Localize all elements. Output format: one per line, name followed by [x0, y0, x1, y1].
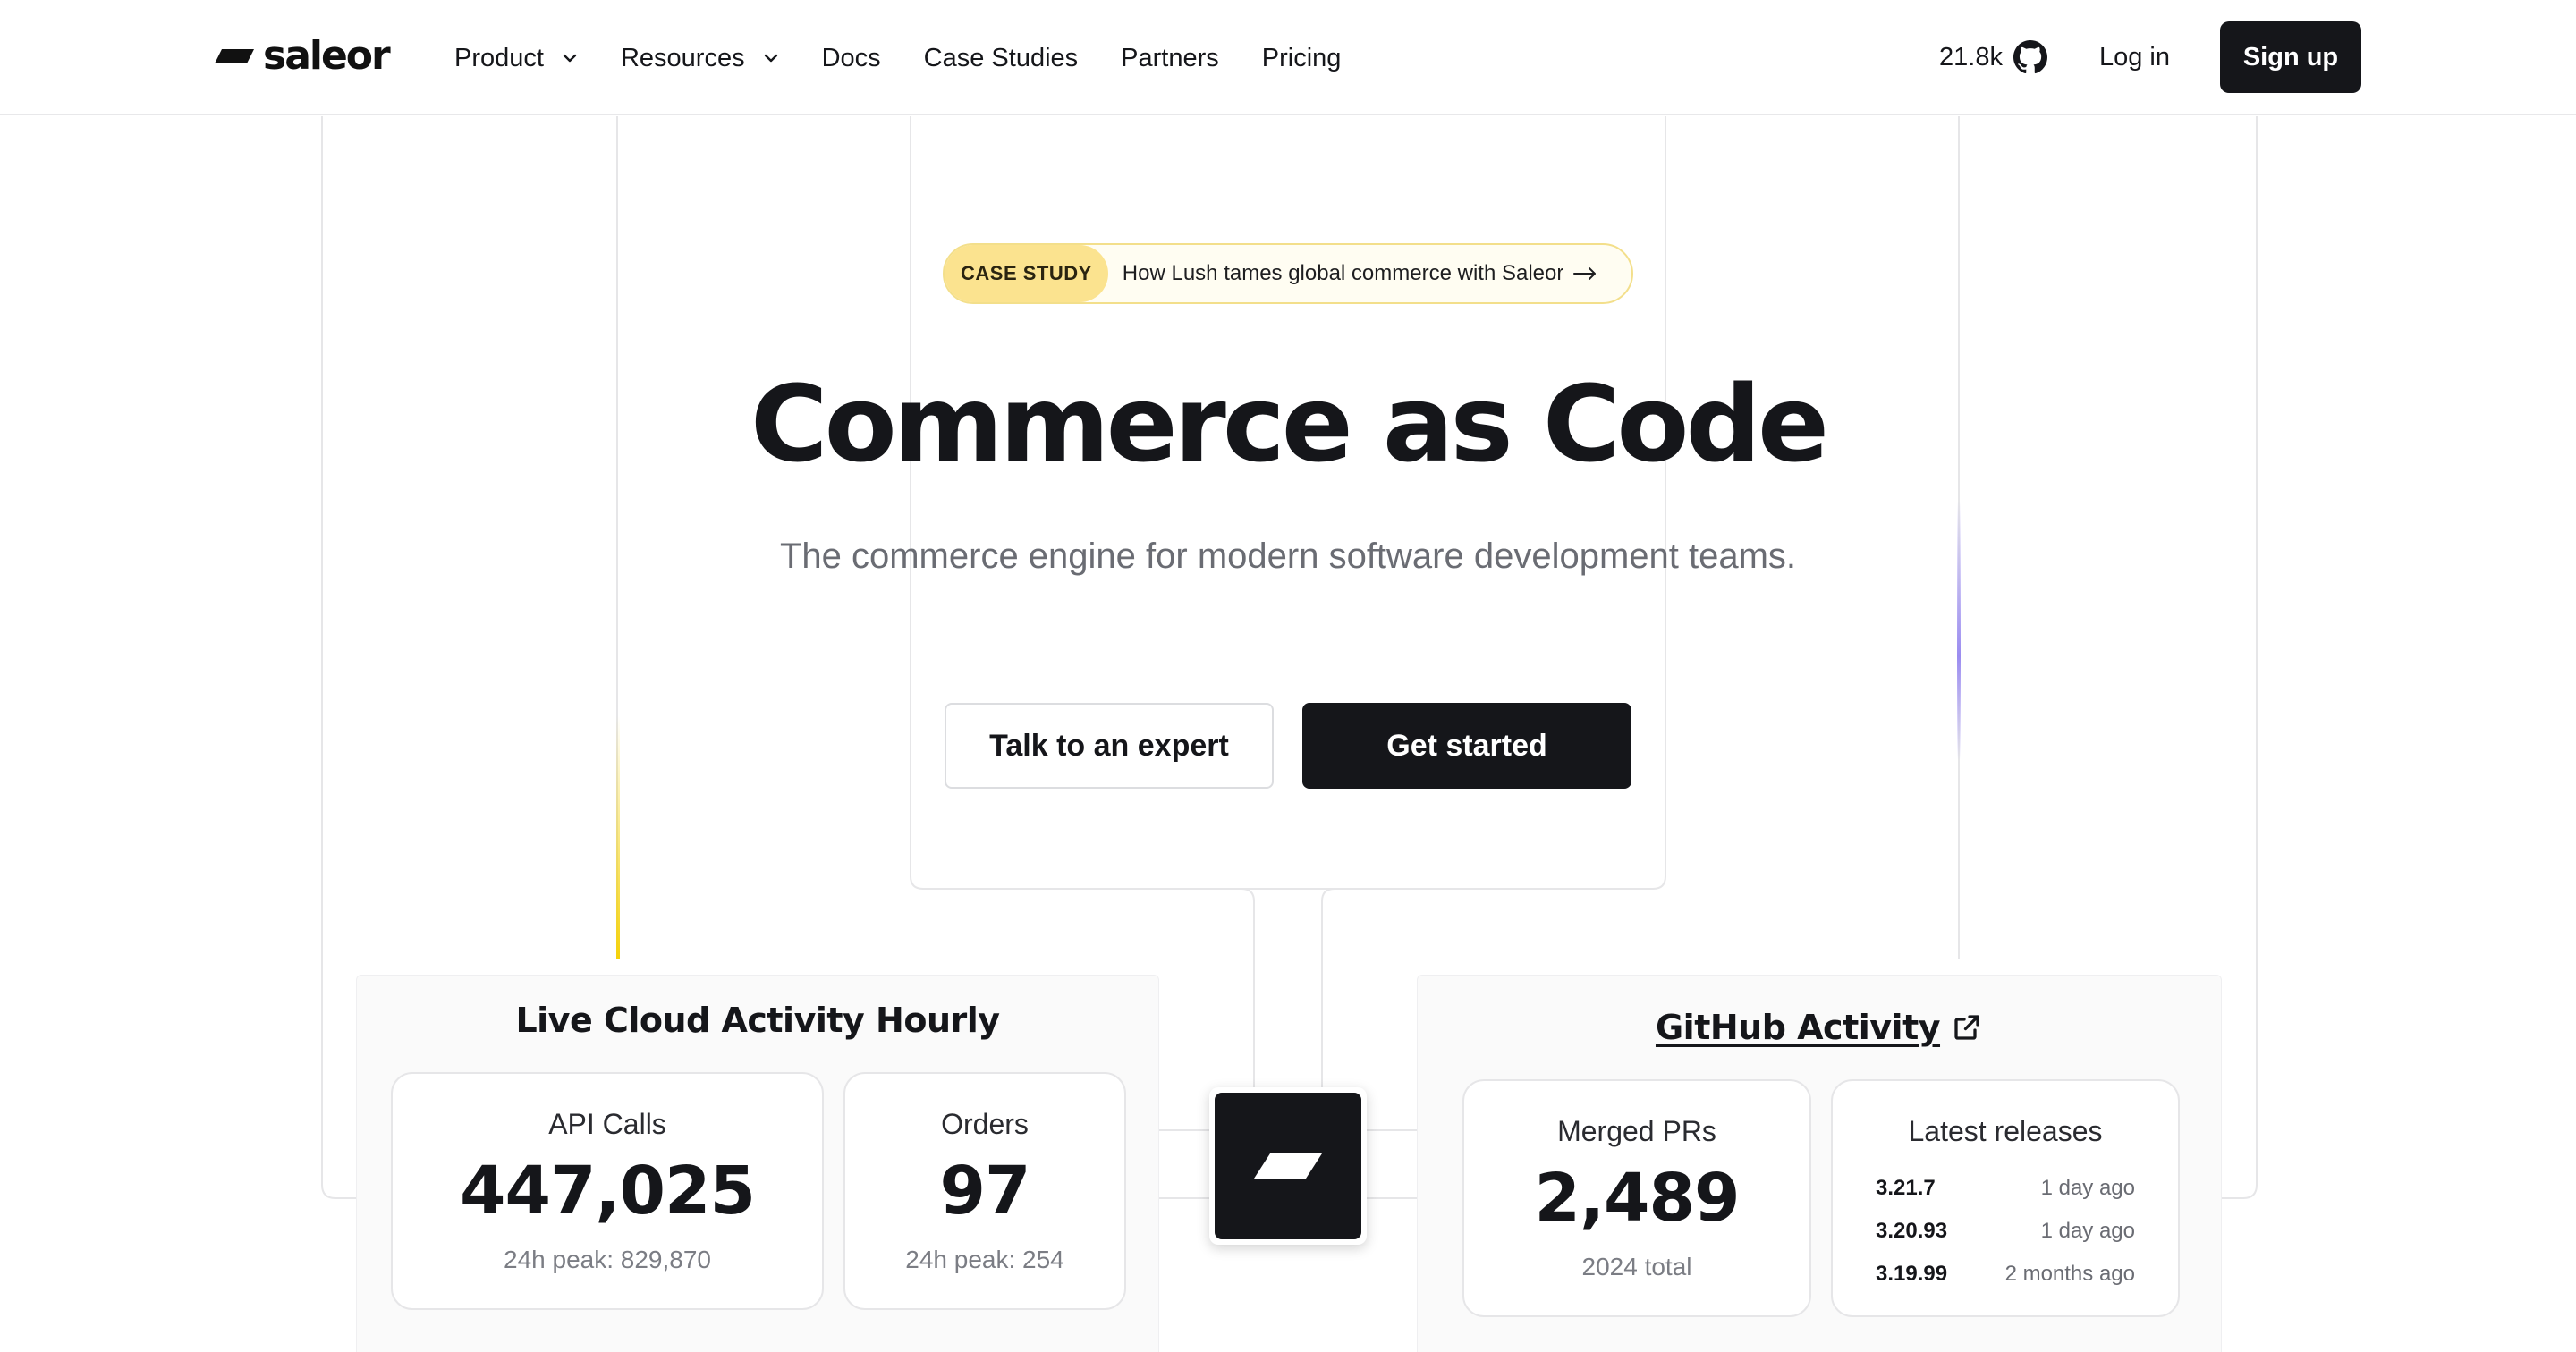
case-study-tag: CASE STUDY — [945, 245, 1108, 302]
case-study-badge[interactable]: CASE STUDY How Lush tames global commerc… — [943, 243, 1633, 304]
nav-item-label: Partners — [1121, 43, 1219, 72]
nav-item-case-studies[interactable]: Case Studies — [924, 44, 1079, 73]
arrow-right-icon — [1573, 267, 1597, 280]
nav-item-label: Resources — [620, 43, 745, 72]
center-logo-tile — [1215, 1093, 1361, 1239]
hero-title: Commerce as Code — [750, 362, 1829, 486]
github-stars-link[interactable]: 21.8k — [1939, 40, 2047, 74]
api-calls-card: API Calls 447,025 24h peak: 829,870 — [391, 1072, 824, 1310]
saleor-center-logo — [1209, 1087, 1367, 1245]
main-nav: Product Resources Docs Case Studies Part… — [454, 36, 1384, 80]
external-link-icon[interactable] — [1951, 1011, 1983, 1044]
header-actions: 21.8k Log in Sign up — [1939, 21, 2361, 93]
merged-prs-label: Merged PRs — [1557, 1115, 1716, 1147]
saleor-mark-icon — [1254, 1153, 1322, 1179]
api-calls-label: API Calls — [548, 1108, 666, 1140]
latest-releases-label: Latest releases — [1908, 1115, 2103, 1147]
release-row[interactable]: 3.21.7 1 day ago — [1876, 1167, 2135, 1210]
logo-wordmark: saleor — [263, 33, 391, 79]
merged-prs-card: Merged PRs 2,489 2024 total — [1462, 1079, 1811, 1317]
api-calls-peak: 24h peak: 829,870 — [504, 1246, 711, 1273]
latest-releases-card: Latest releases 3.21.7 1 day ago 3.20.93… — [1831, 1079, 2180, 1317]
nav-item-docs[interactable]: Docs — [822, 44, 881, 73]
chevron-down-icon — [764, 54, 777, 63]
release-time: 1 day ago — [2040, 1219, 2135, 1243]
release-time: 1 day ago — [2040, 1176, 2135, 1200]
case-study-headline: How Lush tames global commerce with Sale… — [1122, 261, 1564, 285]
saleor-logo[interactable]: saleor — [215, 33, 391, 79]
release-time: 2 months ago — [2004, 1262, 2135, 1286]
saleor-mark-icon — [215, 49, 254, 63]
orders-peak: 24h peak: 254 — [905, 1246, 1064, 1273]
orders-label: Orders — [941, 1108, 1029, 1140]
signup-button[interactable]: Sign up — [2220, 21, 2361, 93]
chevron-down-icon — [563, 54, 577, 63]
nav-item-product[interactable]: Product — [454, 44, 578, 73]
nav-item-label: Product — [454, 43, 544, 72]
nav-item-pricing[interactable]: Pricing — [1262, 44, 1342, 73]
github-activity-link[interactable]: GitHub Activity — [1656, 1008, 1941, 1047]
release-version: 3.19.99 — [1876, 1262, 1948, 1286]
github-icon — [2012, 40, 2047, 74]
nav-item-resources[interactable]: Resources — [621, 44, 779, 73]
get-started-button[interactable]: Get started — [1302, 703, 1631, 789]
merged-prs-sub: 2024 total — [1581, 1253, 1692, 1280]
nav-item-label: Docs — [821, 43, 881, 72]
nav-item-partners[interactable]: Partners — [1121, 44, 1219, 73]
site-header: saleor Product Resources Docs Case Studi… — [0, 0, 2576, 115]
merged-prs-value: 2,489 — [1534, 1160, 1740, 1237]
nav-item-label: Case Studies — [923, 43, 1079, 72]
api-calls-value: 447,025 — [459, 1153, 756, 1229]
orders-value: 97 — [939, 1153, 1031, 1229]
login-link[interactable]: Log in — [2099, 43, 2170, 72]
case-study-text: How Lush tames global commerce with Sale… — [1123, 261, 1598, 286]
release-row[interactable]: 3.20.93 1 day ago — [1876, 1210, 2135, 1253]
cloud-activity-title: Live Cloud Activity Hourly — [515, 1001, 1000, 1040]
github-activity-panel: GitHub Activity Merged PRs 2,489 2024 to… — [1417, 975, 2222, 1352]
hero-subtitle: The commerce engine for modern software … — [779, 537, 1797, 576]
github-activity-header: GitHub Activity — [1418, 1008, 2221, 1047]
release-version: 3.20.93 — [1876, 1219, 1948, 1243]
github-star-count: 21.8k — [1939, 42, 2003, 72]
release-version: 3.21.7 — [1876, 1176, 1936, 1200]
talk-to-expert-button[interactable]: Talk to an expert — [945, 703, 1274, 789]
cloud-activity-panel: Live Cloud Activity Hourly API Calls 447… — [356, 975, 1159, 1352]
releases-list: 3.21.7 1 day ago 3.20.93 1 day ago 3.19.… — [1876, 1167, 2135, 1296]
nav-item-label: Pricing — [1261, 43, 1342, 72]
release-row[interactable]: 3.19.99 2 months ago — [1876, 1253, 2135, 1296]
orders-card: Orders 97 24h peak: 254 — [843, 1072, 1126, 1310]
